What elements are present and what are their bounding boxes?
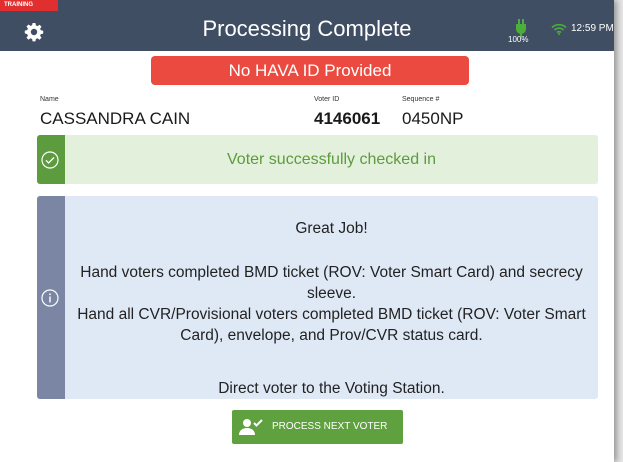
name-label: Name bbox=[40, 96, 59, 103]
battery-level: 100% bbox=[508, 35, 529, 44]
instruction-details: Hand voters completed BMD ticket (ROV: V… bbox=[77, 264, 586, 344]
instruction-heading: Great Job! bbox=[295, 220, 368, 237]
instructions-panel: Great Job! Hand voters completed BMD tic… bbox=[37, 196, 598, 399]
voter-name: CASSANDRA CAIN bbox=[40, 109, 191, 128]
info-circle-icon bbox=[41, 289, 59, 307]
instruction-direct: Direct voter to the Voting Station. bbox=[218, 380, 445, 397]
voter-id-label: Voter ID bbox=[314, 96, 340, 103]
sequence-number: 0450NP bbox=[402, 109, 464, 128]
voter-id: 4146061 bbox=[314, 109, 381, 128]
process-next-voter-label: PROCESS NEXT VOTER bbox=[272, 421, 388, 432]
clock: 12:59 PM bbox=[571, 23, 614, 34]
hava-id-alert: No HAVA ID Provided bbox=[151, 56, 469, 85]
instructions-text: Great Job! Hand voters completed BMD tic… bbox=[65, 196, 598, 399]
check-circle-icon bbox=[41, 151, 59, 169]
sequence-label: Sequence # bbox=[402, 96, 440, 103]
process-next-voter-button[interactable]: PROCESS NEXT VOTER bbox=[232, 410, 403, 444]
success-message: Voter successfully checked in bbox=[227, 151, 436, 168]
user-check-icon bbox=[239, 419, 263, 435]
app-window: TRAINING Processing Complete 100% 12:59 … bbox=[0, 0, 614, 462]
top-bar: TRAINING Processing Complete 100% 12:59 … bbox=[0, 0, 614, 51]
success-banner: Voter successfully checked in bbox=[37, 135, 598, 184]
wifi-icon bbox=[551, 23, 567, 35]
